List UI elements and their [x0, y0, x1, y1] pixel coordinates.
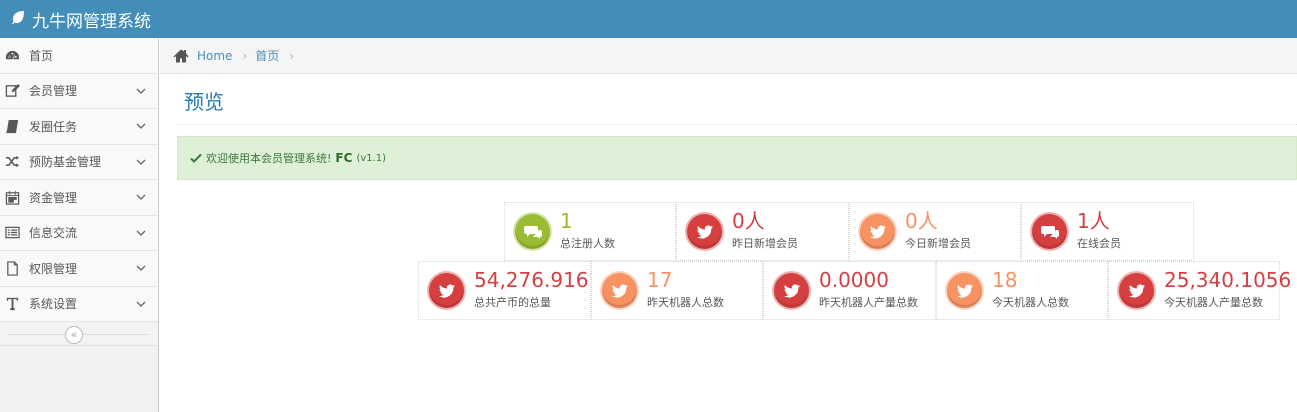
app-title: 九牛网管理系统	[32, 11, 151, 32]
stat-value: 1人	[1077, 209, 1110, 233]
chevron-down-icon	[136, 159, 146, 165]
comments-icon	[513, 212, 552, 251]
stat-value: 0人	[732, 209, 765, 233]
stat-box: 0人 今日新增会员	[849, 202, 1021, 261]
sidebar-item-fund[interactable]: 预防基金管理	[0, 144, 158, 180]
stat-label: 今天机器人总数	[992, 296, 1069, 309]
brand[interactable]: 九牛网管理系统	[10, 7, 151, 32]
sidebar-collapse-button[interactable]: «	[65, 326, 83, 344]
twitter-icon	[600, 271, 639, 310]
stat-value: 54,276.9161	[474, 268, 602, 292]
stat-box: 0.0000 昨天机器人产量总数	[763, 261, 936, 320]
sidebar-item-label: 信息交流	[29, 226, 78, 241]
stat-value: 18	[992, 268, 1018, 292]
sidebar-item-settings[interactable]: 系统设置	[0, 286, 158, 322]
sidebar-collapse-row: «	[0, 322, 158, 346]
stat-box: 1 总注册人数	[504, 202, 676, 261]
breadcrumb-separator: ›	[289, 48, 295, 63]
alert-version: (v1.1)	[356, 152, 387, 164]
sidebar-item-members[interactable]: 会员管理	[0, 73, 158, 109]
stat-label: 在线会员	[1077, 237, 1121, 250]
edit-icon	[3, 82, 21, 100]
sidebar-item-label: 权限管理	[29, 261, 78, 276]
alert-text: 欢迎使用本会员管理系统!	[206, 152, 332, 165]
welcome-alert: 欢迎使用本会员管理系统! FC (v1.1)	[177, 136, 1297, 180]
stat-label: 今日新增会员	[905, 237, 971, 250]
list-icon	[3, 224, 21, 242]
page-header: 预览	[176, 74, 1297, 125]
stat-box: 25,340.1056 今天机器人产量总数	[1108, 261, 1291, 320]
stat-box: 18 今天机器人总数	[936, 261, 1108, 320]
stat-value: 25,340.1056	[1164, 268, 1292, 292]
stat-box: 17 昨天机器人总数	[591, 261, 763, 320]
sidebar-item-tasks[interactable]: 发圈任务	[0, 109, 158, 145]
stat-label: 今天机器人产量总数	[1164, 296, 1263, 309]
stat-value: 0.0000	[819, 268, 889, 292]
sidebar-item-label: 发圈任务	[29, 119, 78, 134]
twitter-icon	[1117, 271, 1156, 310]
book-icon	[3, 117, 21, 135]
alert-strong: FC	[335, 151, 353, 165]
chevron-down-icon	[136, 301, 146, 307]
breadcrumb-separator: ›	[242, 48, 248, 63]
stat-box: 0人 昨日新增会员	[676, 202, 849, 261]
sidebar-item-label: 会员管理	[29, 84, 78, 99]
breadcrumb: Home › 首页 ›	[160, 38, 1297, 74]
shuffle-icon	[3, 153, 21, 171]
file-icon	[3, 259, 21, 277]
top-navbar: 九牛网管理系统	[0, 0, 1297, 38]
text-icon	[3, 295, 21, 313]
chevron-down-icon	[136, 88, 146, 94]
twitter-icon	[945, 271, 984, 310]
sidebar-item-label: 资金管理	[29, 190, 78, 205]
stat-label: 昨天机器人产量总数	[819, 296, 918, 309]
stat-value: 17	[647, 268, 673, 292]
chevron-down-icon	[136, 123, 146, 129]
chevron-down-icon	[136, 194, 146, 200]
calendar-icon	[3, 188, 21, 206]
twitter-icon	[858, 212, 897, 251]
stat-label: 昨日新增会员	[732, 237, 798, 250]
chevron-down-icon	[136, 265, 146, 271]
sidebar: 首页 会员管理 发圈任务 预防基金管理 资金管理 信息交流 权限管理 系统设置 …	[0, 38, 159, 412]
leaf-icon	[10, 9, 26, 30]
stat-label: 总共产币的总量	[474, 296, 551, 309]
stat-box: 54,276.9161 总共产币的总量	[418, 261, 601, 320]
twitter-icon	[685, 212, 724, 251]
home-icon	[173, 49, 189, 62]
sidebar-item-permissions[interactable]: 权限管理	[0, 251, 158, 287]
stat-box: 1人 在线会员	[1021, 202, 1194, 261]
stat-label: 总注册人数	[560, 237, 615, 250]
twitter-icon	[427, 271, 466, 310]
check-icon	[190, 153, 202, 163]
breadcrumb-home[interactable]: Home	[197, 49, 232, 63]
twitter-icon	[772, 271, 811, 310]
sidebar-item-label: 预防基金管理	[29, 155, 102, 170]
stat-label: 昨天机器人总数	[647, 296, 724, 309]
page-title: 预览	[184, 90, 224, 114]
dashboard-icon	[3, 46, 21, 64]
sidebar-item-label: 首页	[29, 48, 54, 63]
breadcrumb-current[interactable]: 首页	[255, 47, 279, 64]
sidebar-item-label: 系统设置	[29, 297, 78, 312]
chevron-down-icon	[136, 230, 146, 236]
stat-value: 0人	[905, 209, 938, 233]
sidebar-item-finance[interactable]: 资金管理	[0, 180, 158, 216]
comments-icon	[1030, 212, 1069, 251]
sidebar-item-messages[interactable]: 信息交流	[0, 215, 158, 251]
stat-value: 1	[560, 209, 573, 233]
sidebar-item-home[interactable]: 首页	[0, 38, 158, 74]
